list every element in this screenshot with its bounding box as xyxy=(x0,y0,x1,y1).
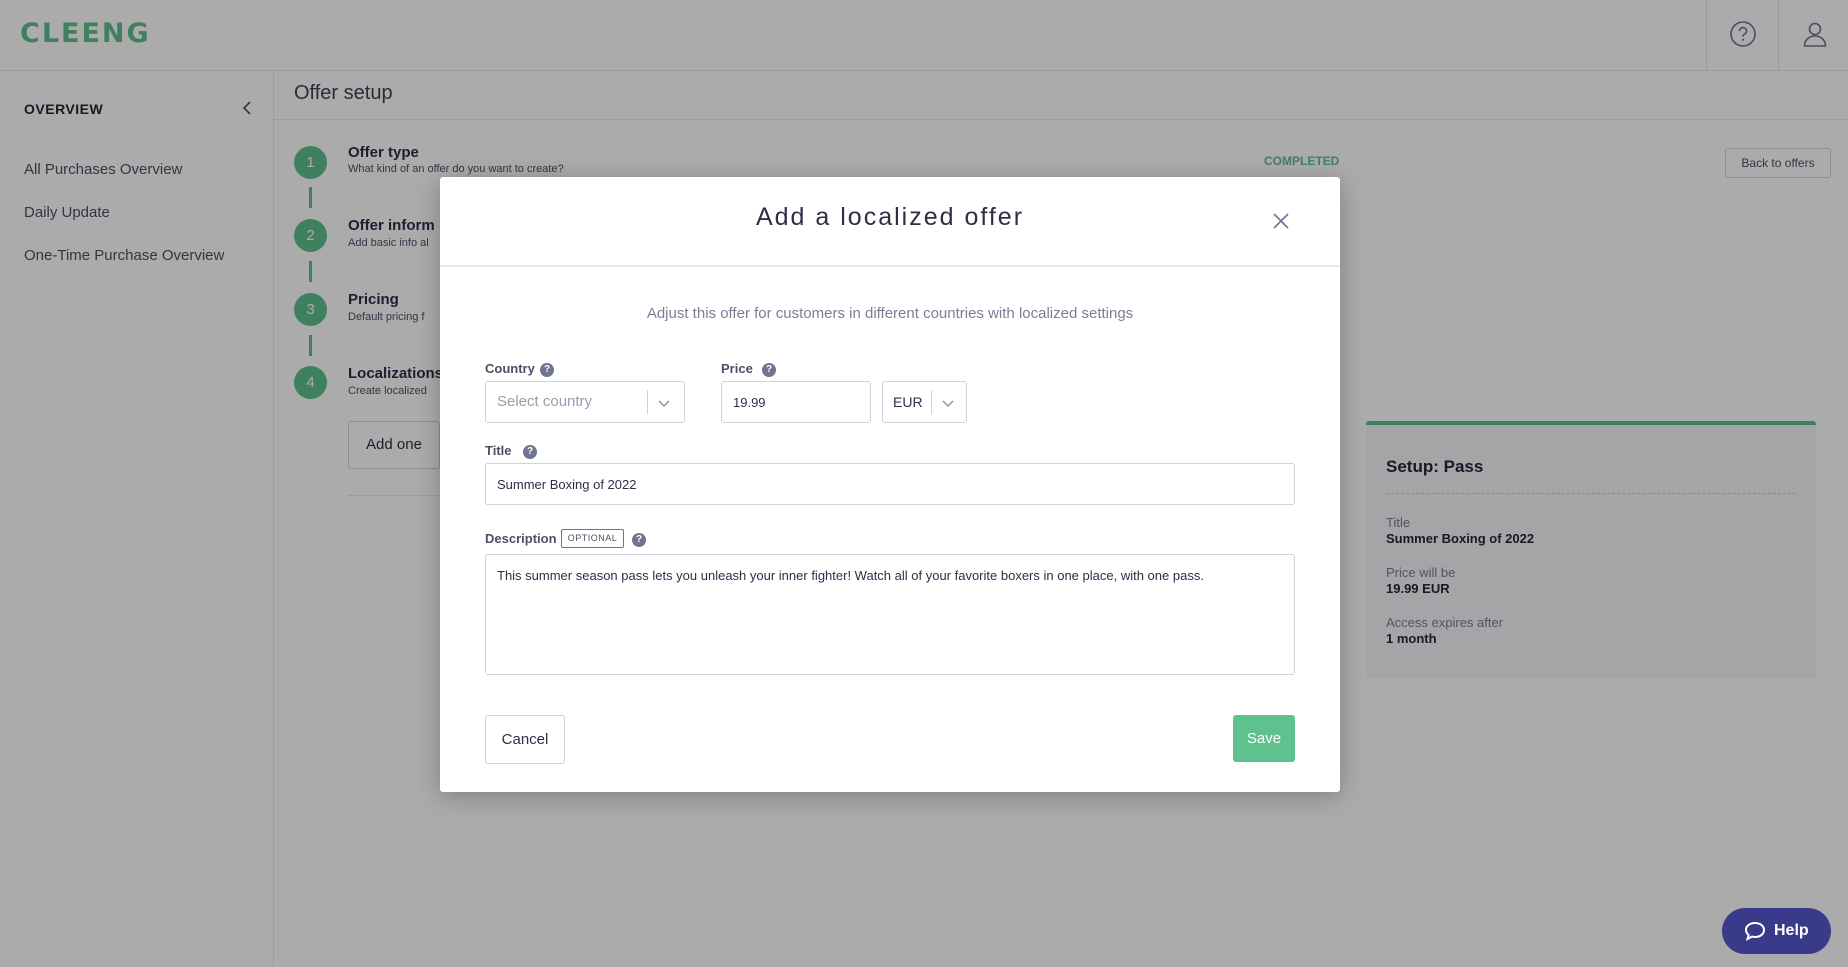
chevron-down-icon xyxy=(942,400,954,408)
title-label: Title xyxy=(485,443,512,458)
chevron-down-icon xyxy=(658,400,670,408)
price-help-icon[interactable]: ? xyxy=(762,363,776,377)
country-help-icon[interactable]: ? xyxy=(540,363,554,377)
select-separator xyxy=(931,390,932,414)
price-value: 19.99 xyxy=(733,395,766,410)
modal-subtitle: Adjust this offer for customers in diffe… xyxy=(646,305,1134,322)
modal-divider xyxy=(440,265,1340,267)
price-label: Price xyxy=(721,361,753,376)
close-icon[interactable] xyxy=(1270,210,1292,232)
add-localized-offer-modal: Add a localized offer Adjust this offer … xyxy=(440,177,1340,792)
currency-value: EUR xyxy=(893,394,923,410)
description-help-icon[interactable]: ? xyxy=(632,533,646,547)
title-value: Summer Boxing of 2022 xyxy=(497,477,637,492)
description-label: Description xyxy=(485,531,557,546)
country-select[interactable]: Select country xyxy=(485,381,685,423)
title-input[interactable]: Summer Boxing of 2022 xyxy=(485,463,1295,505)
country-placeholder: Select country xyxy=(497,393,593,410)
cancel-button[interactable]: Cancel xyxy=(485,715,565,764)
help-chat-button[interactable]: Help xyxy=(1722,908,1831,954)
country-label: Country xyxy=(485,361,535,376)
currency-select[interactable]: EUR xyxy=(882,381,967,423)
chat-bubble-icon xyxy=(1744,921,1766,941)
description-textarea[interactable]: This summer season pass lets you unleash… xyxy=(485,554,1295,675)
modal-title: Add a localized offer xyxy=(755,203,1025,231)
title-help-icon[interactable]: ? xyxy=(523,445,537,459)
help-label: Help xyxy=(1774,922,1809,939)
save-button[interactable]: Save xyxy=(1233,715,1295,762)
description-value: This summer season pass lets you unleash… xyxy=(497,568,1204,583)
price-input[interactable]: 19.99 xyxy=(721,381,871,423)
optional-badge: OPTIONAL xyxy=(561,529,624,548)
select-separator xyxy=(647,390,648,414)
